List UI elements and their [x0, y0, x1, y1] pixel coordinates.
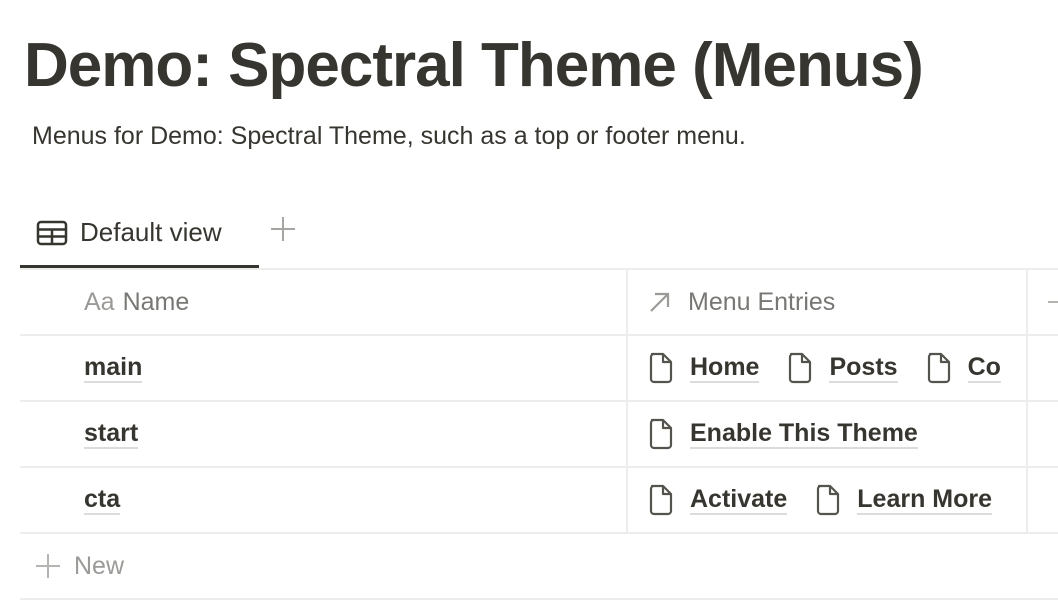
menus-table: Aa Name Menu Entries main Home Posts Co … — [20, 270, 1058, 600]
menu-entries-cell[interactable]: Home Posts Co — [626, 336, 1028, 400]
menu-entry-link[interactable]: Activate — [648, 484, 788, 516]
page-title: Demo: Spectral Theme (Menus) — [24, 31, 924, 100]
row-name[interactable]: cta — [84, 485, 121, 515]
name-cell[interactable]: start — [20, 402, 626, 466]
add-view-plus-icon[interactable] — [268, 214, 298, 244]
table-row: start Enable This Theme — [20, 402, 1058, 468]
table-row: main Home Posts Co — [20, 336, 1058, 402]
column-header-label: Menu Entries — [688, 287, 836, 316]
menu-entry-link[interactable]: Learn More — [815, 484, 993, 516]
view-tabs: Default view — [20, 200, 1058, 270]
page-description: Menus for Demo: Spectral Theme, such as … — [32, 122, 746, 150]
add-column-button[interactable] — [1028, 270, 1058, 334]
relation-arrow-icon — [650, 292, 670, 312]
new-row-button[interactable]: New — [20, 534, 1058, 600]
plus-icon — [36, 554, 60, 578]
row-name[interactable]: main — [84, 353, 143, 383]
menu-entries-cell[interactable]: Enable This Theme — [626, 402, 1028, 466]
page-icon — [817, 484, 840, 516]
empty-cell — [1028, 336, 1058, 400]
menu-entry-label: Home — [690, 353, 760, 383]
column-header-menu-entries[interactable]: Menu Entries — [626, 270, 1028, 334]
menu-entry-label: Enable This Theme — [690, 419, 918, 449]
menu-entry-link[interactable]: Home — [648, 352, 760, 384]
menu-entry-link[interactable]: Co — [926, 352, 1001, 384]
menu-entry-link[interactable]: Enable This Theme — [648, 418, 918, 450]
name-cell[interactable]: cta — [20, 468, 626, 532]
menu-entry-label: Learn More — [857, 485, 993, 515]
tab-default-view[interactable]: Default view — [20, 200, 259, 268]
table-icon — [36, 220, 68, 245]
menu-entry-link[interactable]: Posts — [787, 352, 898, 384]
name-cell[interactable]: main — [20, 336, 626, 400]
new-row-label: New — [74, 551, 125, 580]
page-icon — [649, 484, 673, 516]
page-icon — [789, 352, 812, 384]
column-header-label: Name — [122, 287, 190, 316]
empty-cell — [1028, 402, 1058, 466]
page-icon — [649, 418, 673, 450]
page-icon — [649, 352, 673, 384]
menu-entry-label: Co — [967, 353, 1001, 383]
row-name[interactable]: start — [84, 419, 139, 449]
menu-entries-cell[interactable]: Activate Learn More — [626, 468, 1028, 532]
menu-entry-label: Posts — [829, 353, 898, 383]
column-header-name[interactable]: Aa Name — [20, 270, 626, 334]
empty-cell — [1028, 468, 1058, 532]
page-icon — [927, 352, 950, 384]
plus-icon — [1048, 301, 1058, 303]
table-row: cta Activate Learn More — [20, 468, 1058, 534]
text-property-icon: Aa — [84, 287, 115, 316]
tab-label: Default view — [80, 217, 222, 247]
menu-entry-label: Activate — [690, 485, 788, 515]
table-header-row: Aa Name Menu Entries — [20, 270, 1058, 336]
